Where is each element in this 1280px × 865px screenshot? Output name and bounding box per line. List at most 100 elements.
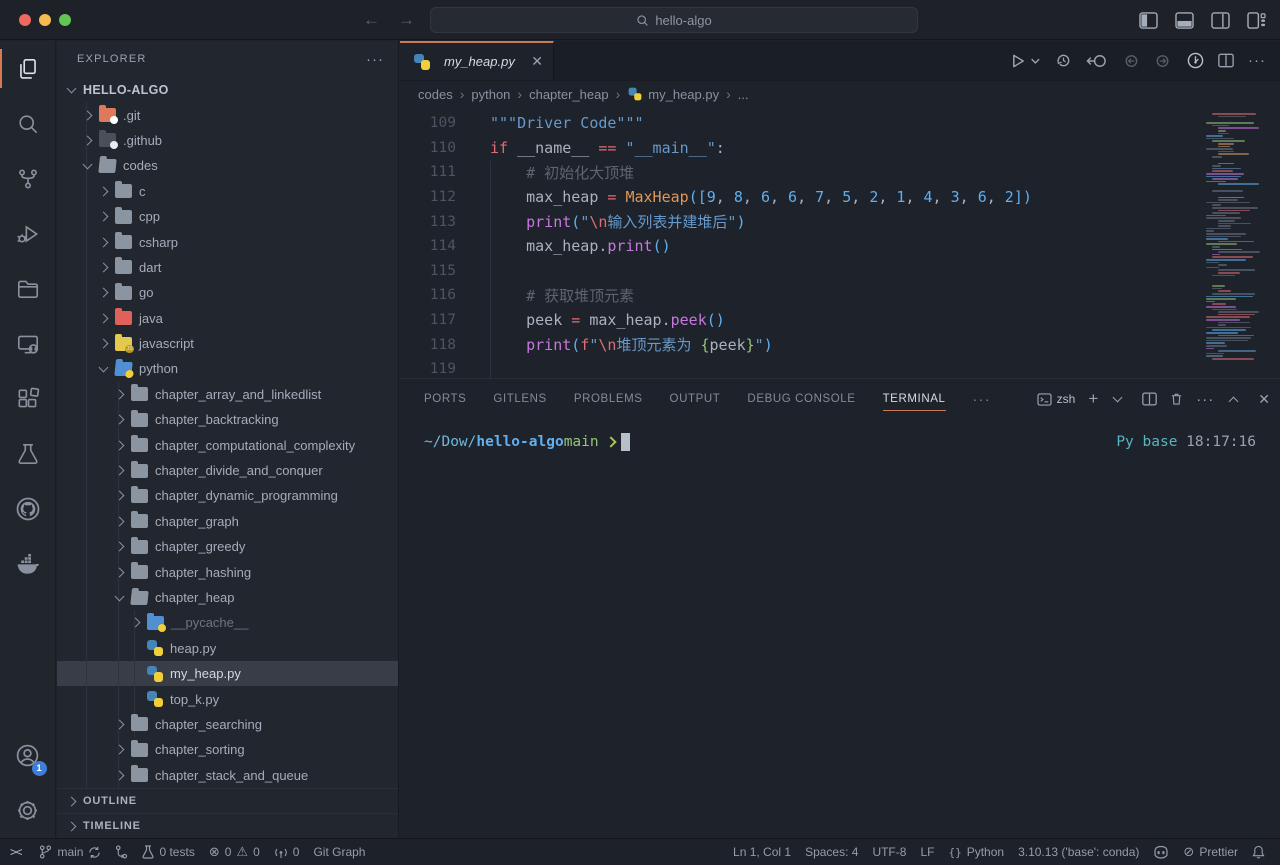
run-python-file-button[interactable] [1011, 53, 1041, 69]
chevron-right-icon[interactable] [115, 745, 125, 755]
activity-search-icon[interactable] [0, 96, 56, 151]
tree-folder-HELLO-ALGO[interactable]: HELLO-ALGO [57, 77, 398, 102]
panel-tab-problems[interactable]: PROBLEMS [574, 379, 643, 419]
chevron-right-icon[interactable] [131, 618, 141, 628]
navigate-forward-icon[interactable]: → [398, 11, 415, 28]
tree-folder-javascript[interactable]: JSjavascript [57, 331, 398, 356]
tree-folder-chapter_array_and_linkedlist[interactable]: chapter_array_and_linkedlist [57, 382, 398, 407]
breadcrumb-file[interactable]: my_heap.py [648, 87, 719, 102]
activity-settings-icon[interactable] [0, 783, 56, 838]
toggle-panel-icon[interactable] [1175, 12, 1194, 29]
breadcrumb-symbols[interactable]: ... [738, 87, 749, 102]
split-editor-icon[interactable] [1218, 53, 1234, 68]
editor-more-actions-icon[interactable]: ··· [1248, 52, 1266, 69]
panel-tab-gitlens[interactable]: GITLENS [493, 379, 546, 419]
remote-indicator[interactable]: >< [0, 845, 32, 859]
next-change-icon[interactable] [1154, 53, 1173, 69]
activity-testing-icon[interactable] [0, 426, 56, 481]
tree-folder-chapter_computational_complexity[interactable]: chapter_computational_complexity [57, 432, 398, 457]
minimap[interactable] [1206, 113, 1268, 361]
code-editor[interactable]: 109"""Driver Code"""110if __name__ == "_… [400, 107, 1280, 378]
panel-more-actions-icon[interactable]: ··· [1196, 391, 1214, 408]
notifications-bell[interactable] [1245, 839, 1272, 865]
previous-change-icon[interactable] [1121, 53, 1140, 69]
explorer-more-actions-icon[interactable]: ··· [366, 51, 384, 68]
tree-folder-chapter_sorting[interactable]: chapter_sorting [57, 737, 398, 762]
kill-terminal-icon[interactable] [1170, 392, 1183, 406]
toggle-primary-sidebar-icon[interactable] [1139, 12, 1158, 29]
tree-folder-python[interactable]: python [57, 356, 398, 381]
chevron-right-icon[interactable] [115, 491, 125, 501]
open-changes-icon[interactable] [1086, 53, 1107, 69]
chevron-right-icon[interactable] [99, 288, 109, 298]
chevron-right-icon[interactable] [99, 339, 109, 349]
panel-more-tabs-icon[interactable]: ··· [973, 391, 992, 407]
tree-folder-c[interactable]: c [57, 179, 398, 204]
panel-tab-terminal[interactable]: TERMINAL [883, 379, 946, 419]
tree-folder-chapter_heap[interactable]: chapter_heap [57, 585, 398, 610]
activity-docker-icon[interactable] [0, 536, 56, 591]
chevron-down-icon[interactable] [115, 591, 125, 601]
tree-folder-chapter_hashing[interactable]: chapter_hashing [57, 559, 398, 584]
customize-layout-icon[interactable] [1247, 12, 1266, 29]
window-controls[interactable] [19, 14, 71, 26]
copilot-status[interactable] [1146, 839, 1176, 865]
language-mode[interactable]: {}Python [941, 839, 1011, 865]
split-terminal-icon[interactable] [1142, 392, 1157, 406]
breadcrumb-item[interactable]: chapter_heap [529, 87, 609, 102]
encoding-status[interactable]: UTF-8 [865, 839, 913, 865]
branch-status[interactable]: main [32, 839, 108, 865]
tree-file-heap.py[interactable]: heap.py [57, 636, 398, 661]
minimize-window-button[interactable] [39, 14, 51, 26]
chevron-right-icon[interactable] [115, 720, 125, 730]
tree-file-top_k.py[interactable]: top_k.py [57, 686, 398, 711]
chevron-right-icon[interactable] [99, 237, 109, 247]
breadcrumb-item[interactable]: python [471, 87, 510, 102]
chevron-down-icon[interactable] [99, 363, 109, 373]
maximize-panel-icon[interactable] [1229, 396, 1239, 406]
chevron-right-icon[interactable] [115, 440, 125, 450]
activity-explorer-icon[interactable] [0, 41, 56, 96]
file-history-icon[interactable] [1055, 52, 1072, 69]
chevron-right-icon[interactable] [83, 110, 93, 120]
chevron-right-icon[interactable] [99, 313, 109, 323]
terminal[interactable]: ~/Dow/hello-algo main Py base 18:17:16 [400, 419, 1280, 838]
panel-tab-output[interactable]: OUTPUT [670, 379, 721, 419]
activity-extensions-icon[interactable] [0, 371, 56, 426]
activity-project-folder-icon[interactable] [0, 261, 56, 316]
outline-section[interactable]: OUTLINE [57, 788, 398, 813]
problems-status[interactable]: ⊗ 0 ⚠ 0 [202, 839, 267, 865]
prettier-status[interactable]: ⊘ Prettier [1176, 839, 1245, 865]
tree-folder-codes[interactable]: codes [57, 153, 398, 178]
chevron-right-icon[interactable] [115, 415, 125, 425]
tree-folder-cpp[interactable]: cpp [57, 204, 398, 229]
tree-folder-chapter_searching[interactable]: chapter_searching [57, 712, 398, 737]
chevron-down-icon[interactable] [83, 159, 93, 169]
new-terminal-icon[interactable]: + [1088, 389, 1098, 409]
tree-folder-chapter_backtracking[interactable]: chapter_backtracking [57, 407, 398, 432]
source-control-icon[interactable] [108, 839, 135, 865]
gitlens-graph-icon[interactable] [1187, 52, 1204, 69]
python-interpreter[interactable]: 3.10.13 ('base': conda) [1011, 839, 1146, 865]
tree-folder-csharp[interactable]: csharp [57, 229, 398, 254]
chevron-right-icon[interactable] [115, 516, 125, 526]
navigate-back-icon[interactable]: ← [363, 11, 380, 28]
chevron-right-icon[interactable] [99, 212, 109, 222]
terminal-instance-zsh[interactable]: zsh [1037, 392, 1076, 406]
breadcrumb[interactable]: codes›python›chapter_heap›my_heap.py›... [400, 81, 1280, 107]
breadcrumb-item[interactable]: codes [418, 87, 453, 102]
close-tab-icon[interactable]: ✕ [531, 53, 543, 70]
chevron-right-icon[interactable] [115, 389, 125, 399]
chevron-right-icon[interactable] [99, 262, 109, 272]
indentation-status[interactable]: Spaces: 4 [798, 839, 865, 865]
panel-tab-debug-console[interactable]: DEBUG CONSOLE [747, 379, 855, 419]
git-graph-status[interactable]: Git Graph [306, 839, 372, 865]
close-window-button[interactable] [19, 14, 31, 26]
tree-folder-.git[interactable]: .git [57, 102, 398, 127]
tree-folder-dart[interactable]: dart [57, 255, 398, 280]
tree-folder-go[interactable]: go [57, 280, 398, 305]
tree-folder-chapter_greedy[interactable]: chapter_greedy [57, 534, 398, 559]
tree-folder-chapter_stack_and_queue[interactable]: chapter_stack_and_queue [57, 763, 398, 788]
chevron-right-icon[interactable] [115, 770, 125, 780]
chevron-down-icon[interactable] [67, 83, 77, 93]
